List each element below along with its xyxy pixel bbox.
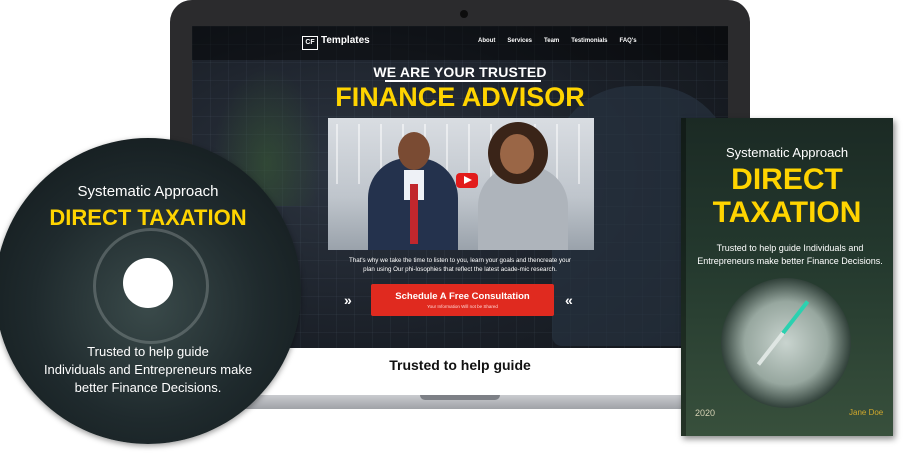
book-cover: Systematic Approach DIRECT TAXATION Trus… [681, 118, 893, 436]
headline-top: WE ARE YOUR TRUSTED [192, 64, 728, 82]
headline-main: FINANCE ADVISOR [335, 82, 585, 112]
book-title-line-1: DIRECT [731, 163, 843, 196]
book-description: Trusted to help guide Individuals and En… [695, 242, 885, 268]
book-description-line-2: Entrepreneurs make better Finance Decisi… [697, 256, 883, 266]
disc-title: DIRECT TAXATION [49, 205, 247, 230]
book-author: Jane Doe [849, 408, 884, 417]
nav-testimonials[interactable]: Testimonials [571, 38, 607, 44]
book-title-line-2: TAXATION [712, 196, 862, 229]
nav-links: About Services Team Testimonials FAQ's [478, 38, 637, 44]
laptop-notch [420, 395, 500, 400]
disc-tagline-line-2: Individuals and Entrepreneurs make [43, 362, 253, 377]
book-year: 2020 [695, 408, 716, 418]
man-tie [410, 184, 418, 244]
headline-top-text: WE ARE YOUR TRUSTED [373, 64, 547, 80]
book-description-line-1: Trusted to help guide Individuals and [716, 243, 864, 253]
disc-tagline-line-3: better Finance Decisions. [74, 380, 222, 395]
play-icon[interactable] [456, 173, 478, 188]
disc-center-hole [123, 258, 173, 308]
cta-subtext: Your Information Will not be Shared [427, 304, 498, 309]
disc-tagline-line-1: Trusted to help guide [87, 344, 209, 359]
logo-text[interactable]: Templates [321, 35, 370, 46]
nav-about[interactable]: About [478, 38, 495, 44]
chevron-right-icon: » [344, 292, 352, 308]
video-player[interactable] [328, 118, 594, 250]
man-head [398, 132, 430, 170]
chevron-left-icon: « [565, 292, 573, 308]
disc-subtitle: Systematic Approach [77, 183, 219, 200]
camera-icon [460, 10, 468, 18]
top-navigation: CF Templates About Services Team Testimo… [192, 26, 728, 60]
nav-faqs[interactable]: FAQ's [620, 38, 637, 44]
woman-face [500, 134, 534, 174]
logo-icon[interactable]: CF [302, 36, 318, 50]
disc-tagline: Trusted to help guide Individuals and En… [35, 343, 261, 397]
cta-label: Schedule A Free Consultation [395, 291, 530, 302]
schedule-consultation-button[interactable]: Schedule A Free Consultation Your Inform… [371, 284, 554, 316]
nav-services[interactable]: Services [507, 38, 532, 44]
nav-team[interactable]: Team [544, 38, 559, 44]
dvd-disc: Systematic Approach DIRECT TAXATION Trus… [0, 138, 301, 444]
compass-icon [721, 278, 851, 408]
book-subtitle: Systematic Approach [725, 145, 849, 160]
